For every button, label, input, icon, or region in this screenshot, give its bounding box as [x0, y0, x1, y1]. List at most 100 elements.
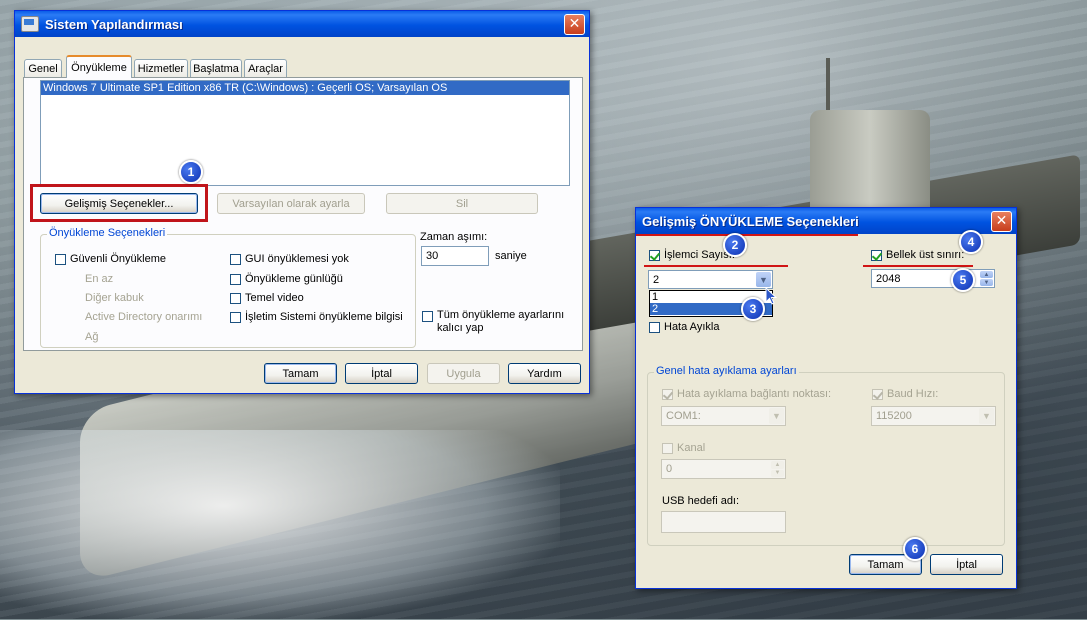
minimal-label: En az: [85, 273, 114, 285]
alternate-shell-radio[interactable]: Diğer kabuk: [85, 292, 144, 304]
step-badge-1: 1: [179, 160, 203, 184]
step-badge-5: 5: [951, 268, 975, 292]
tab-tools[interactable]: Araçlar: [244, 59, 287, 77]
advanced-options-button[interactable]: Gelişmiş Seçenekler...: [40, 193, 198, 214]
make-permanent-label: Tüm önyükleme ayarlarını kalıcı yap: [437, 309, 565, 334]
close-button[interactable]: ✕: [564, 13, 585, 35]
submarine-conning-tower: [810, 110, 930, 220]
boot-log-checkbox[interactable]: Önyükleme günlüğü: [230, 273, 343, 285]
timeout-input[interactable]: 30: [421, 246, 489, 266]
os-boot-info-checkbox[interactable]: İşletim Sistemi önyükleme bilgisi: [230, 311, 403, 323]
num-processors-value: 2: [653, 273, 660, 286]
debug-check[interactable]: [649, 321, 660, 333]
alternate-shell-label: Diğer kabuk: [85, 292, 144, 304]
step-badge-2: 2: [723, 233, 747, 257]
memory-underline: [863, 265, 973, 267]
advanced-cancel-button[interactable]: İptal: [930, 554, 1003, 575]
delete-button[interactable]: Sil: [386, 193, 538, 214]
safe-boot-label: Güvenli Önyükleme: [70, 253, 166, 265]
channel-input[interactable]: 0 ▲ ▼: [661, 459, 786, 479]
processors-underline: [644, 265, 788, 267]
usb-target-input[interactable]: [661, 511, 786, 533]
global-debug-legend: Genel hata ayıklama ayarları: [654, 365, 799, 377]
debug-port-select[interactable]: COM1: ▼: [661, 406, 786, 426]
num-processors-select[interactable]: 2 ▼: [648, 270, 773, 289]
max-memory-input[interactable]: 2048 ▲ ▼: [871, 269, 995, 288]
max-memory-check[interactable]: [871, 249, 882, 261]
msconfig-icon: [21, 16, 39, 32]
timeout-unit: saniye: [495, 250, 527, 262]
title-bar[interactable]: Sistem Yapılandırması ✕: [15, 11, 589, 37]
tab-boot[interactable]: Önyükleme: [66, 55, 132, 78]
num-processors-checkbox[interactable]: İşlemci Sayısı:: [649, 249, 735, 261]
debug-port-check[interactable]: [662, 388, 673, 400]
debug-port-checkbox[interactable]: Hata ayıklama bağlantı noktası:: [662, 388, 831, 400]
advanced-window-title: Gelişmiş ÖNYÜKLEME Seçenekleri: [642, 213, 859, 229]
os-boot-info-label: İşletim Sistemi önyükleme bilgisi: [245, 311, 403, 323]
boot-options-legend: Önyükleme Seçenekleri: [47, 227, 168, 239]
tab-general[interactable]: Genel: [24, 59, 62, 77]
os-boot-info-check[interactable]: [230, 311, 241, 323]
set-default-button[interactable]: Varsayılan olarak ayarla: [217, 193, 365, 214]
boot-log-label: Önyükleme günlüğü: [245, 273, 343, 285]
ok-button[interactable]: Tamam: [264, 363, 337, 384]
channel-label: Kanal: [677, 442, 706, 454]
sea-foam: [0, 430, 560, 620]
chevron-down-icon[interactable]: ▼: [769, 408, 784, 424]
base-video-label: Temel video: [245, 292, 304, 304]
ad-repair-radio[interactable]: Active Directory onarımı: [85, 311, 202, 323]
network-radio[interactable]: Ağ: [85, 331, 98, 343]
base-video-checkbox[interactable]: Temel video: [230, 292, 304, 304]
advanced-boot-options-window: Gelişmiş ÖNYÜKLEME Seçenekleri ✕ İşlemci…: [635, 207, 1017, 589]
max-memory-checkbox[interactable]: Bellek üst sınırı:: [871, 249, 964, 261]
ad-repair-label: Active Directory onarımı: [85, 311, 203, 323]
boot-tab-panel: Windows 7 Ultimate SP1 Edition x86 TR (C…: [23, 77, 583, 351]
cancel-button[interactable]: İptal: [345, 363, 418, 384]
chevron-down-icon[interactable]: ▼: [756, 272, 771, 287]
make-permanent-check[interactable]: [422, 311, 433, 322]
title-underline: [636, 234, 858, 236]
advanced-title-bar[interactable]: Gelişmiş ÖNYÜKLEME Seçenekleri ✕: [636, 208, 1016, 234]
network-label: Ağ: [85, 331, 99, 343]
channel-spinner[interactable]: ▲ ▼: [771, 461, 784, 477]
step-badge-3: 3: [741, 297, 765, 321]
base-video-check[interactable]: [230, 292, 241, 304]
channel-checkbox[interactable]: Kanal: [662, 442, 705, 454]
mouse-cursor-icon: [765, 287, 777, 305]
baud-rate-checkbox[interactable]: Baud Hızı:: [872, 388, 938, 400]
timeout-label: Zaman aşımı:: [420, 231, 488, 243]
debug-port-value: COM1:: [666, 410, 701, 422]
window-title: Sistem Yapılandırması: [45, 16, 183, 32]
boot-log-check[interactable]: [230, 273, 241, 285]
channel-check[interactable]: [662, 442, 673, 454]
max-memory-value: 2048: [876, 272, 901, 285]
safe-boot-check[interactable]: [55, 253, 66, 265]
apply-button[interactable]: Uygula: [427, 363, 500, 384]
os-listbox[interactable]: Windows 7 Ultimate SP1 Edition x86 TR (C…: [40, 80, 570, 186]
no-gui-check[interactable]: [230, 253, 241, 265]
advanced-close-button[interactable]: ✕: [991, 210, 1012, 232]
num-processors-check[interactable]: [649, 249, 660, 261]
chevron-down-icon[interactable]: ▼: [979, 408, 994, 424]
debug-checkbox[interactable]: Hata Ayıkla: [649, 321, 719, 333]
max-memory-label: Bellek üst sınırı:: [886, 249, 965, 261]
step-badge-6: 6: [903, 537, 927, 561]
max-memory-spinner[interactable]: ▲ ▼: [980, 271, 993, 286]
baud-rate-select[interactable]: 115200 ▼: [871, 406, 996, 426]
debug-port-label: Hata ayıklama bağlantı noktası:: [677, 388, 832, 400]
help-button[interactable]: Yardım: [508, 363, 581, 384]
step-badge-4: 4: [959, 230, 983, 254]
no-gui-checkbox[interactable]: GUI önyüklemesi yok: [230, 253, 349, 265]
no-gui-label: GUI önyüklemesi yok: [245, 253, 349, 265]
make-permanent-checkbox[interactable]: Tüm önyükleme ayarlarını kalıcı yap: [422, 309, 572, 335]
minimal-radio[interactable]: En az: [85, 273, 113, 285]
tab-startup[interactable]: Başlatma: [190, 59, 242, 77]
system-configuration-window: Sistem Yapılandırması ✕ Genel Önyükleme …: [14, 10, 590, 394]
safe-boot-checkbox[interactable]: Güvenli Önyükleme: [55, 253, 166, 265]
os-list-item[interactable]: Windows 7 Ultimate SP1 Edition x86 TR (C…: [41, 81, 569, 95]
baud-rate-label: Baud Hızı:: [887, 388, 939, 400]
tab-services[interactable]: Hizmetler: [134, 59, 188, 77]
channel-value: 0: [666, 463, 673, 475]
baud-rate-check[interactable]: [872, 388, 883, 400]
baud-rate-value: 115200: [876, 410, 912, 422]
